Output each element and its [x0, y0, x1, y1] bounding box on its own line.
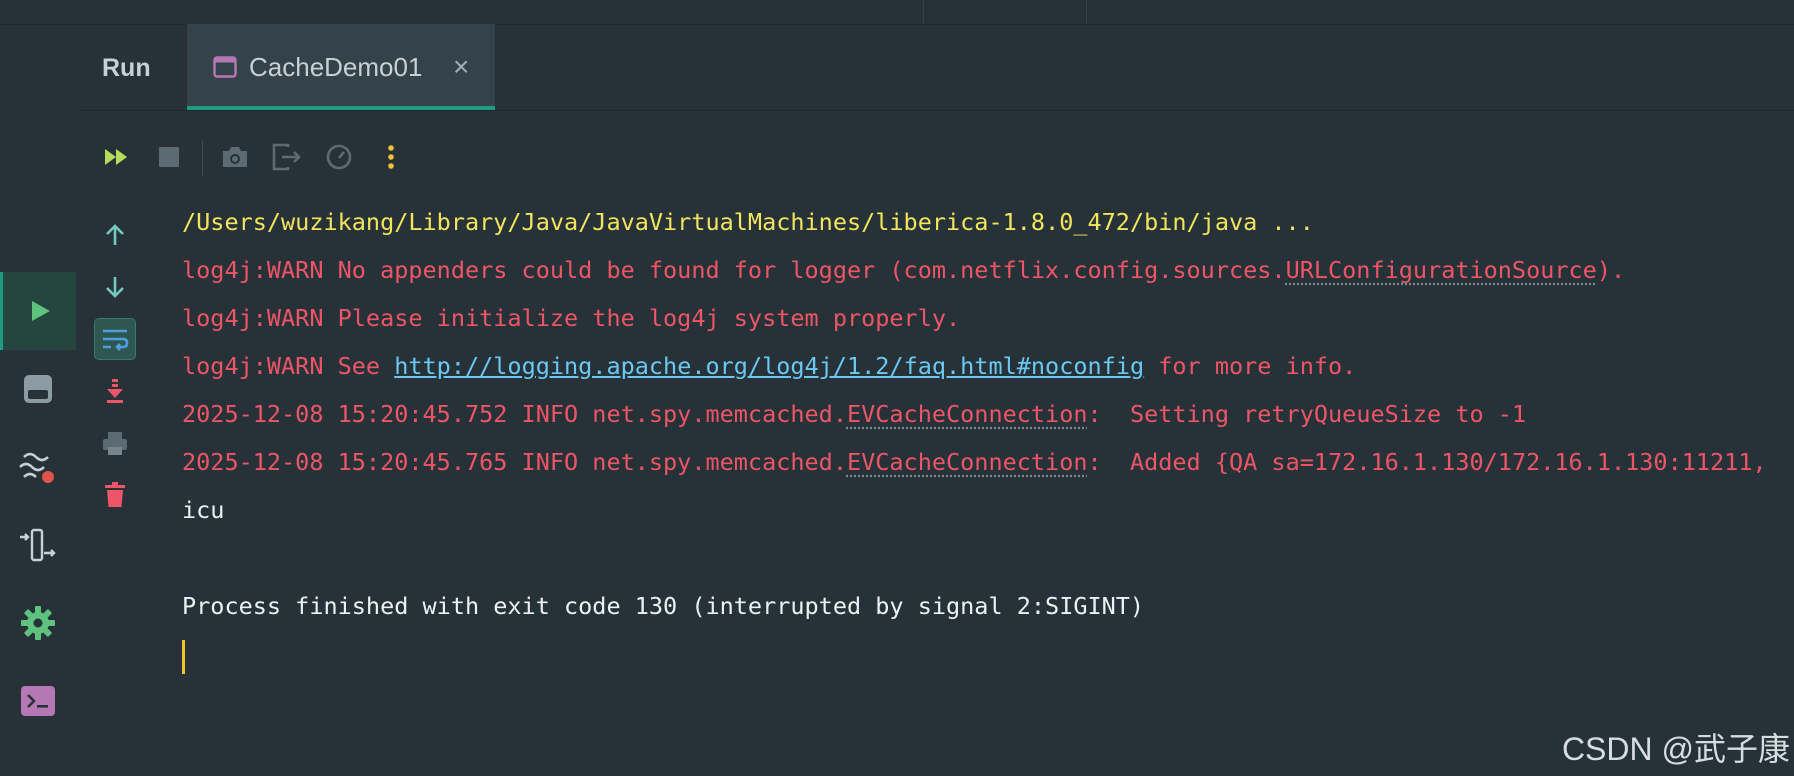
console-line-warn: log4j:WARN Please initialize the log4j s… — [182, 304, 961, 332]
run-icon — [31, 301, 50, 321]
run-tool-window-header: Run CacheDemo01 × — [80, 24, 1794, 111]
console-line-warn: log4j:WARN See http://logging.apache.org… — [182, 350, 1356, 382]
tab-cachedemo01[interactable]: CacheDemo01 × — [187, 24, 495, 110]
scroll-to-end-icon — [107, 379, 123, 403]
coverage-button[interactable] — [322, 140, 356, 174]
top-separator — [1086, 0, 1087, 24]
console-line-exit: Process finished with exit code 130 (int… — [182, 592, 1145, 620]
console-text: log4j:WARN No appenders could be found f… — [182, 256, 1286, 284]
settings-icon — [21, 606, 55, 640]
class-reference[interactable]: EVCacheConnection — [847, 448, 1088, 476]
tab-label: CacheDemo01 — [249, 52, 423, 82]
scroll-up-button[interactable] — [94, 214, 136, 256]
top-strip — [0, 0, 1794, 25]
screenshot-button[interactable] — [218, 140, 252, 174]
console-line-info: 2025-12-08 15:20:45.752 INFO net.spy.mem… — [182, 398, 1526, 430]
trash-icon — [105, 482, 125, 507]
tab-close-button[interactable]: × — [453, 51, 469, 83]
console-line-command: /Users/wuzikang/Library/Java/JavaVirtual… — [182, 208, 1314, 236]
more-button[interactable] — [374, 140, 408, 174]
top-separator — [923, 0, 924, 24]
sidebar-item-profiler[interactable] — [0, 428, 76, 506]
console-text: 2025-12-08 15:20:45.765 INFO net.spy.mem… — [182, 448, 847, 476]
sidebar-item-terminal[interactable] — [0, 662, 76, 740]
sidebar-item-archive[interactable] — [0, 350, 76, 428]
console-text: log4j:WARN See — [182, 352, 395, 380]
print-icon — [103, 432, 127, 455]
stop-button[interactable] — [152, 140, 186, 174]
camera-icon — [223, 147, 247, 167]
terminal-icon — [21, 686, 55, 716]
console-text: : Setting retryQueueSize to -1 — [1087, 400, 1527, 428]
stop-icon — [159, 147, 179, 167]
console-text: ). — [1596, 256, 1626, 284]
rerun-icon — [105, 149, 127, 165]
exit-icon — [272, 143, 301, 171]
sidebar-item-attach[interactable] — [0, 506, 76, 584]
text-cursor — [182, 640, 185, 674]
soft-wrap-icon — [103, 329, 129, 351]
tool-window-title: Run — [102, 54, 151, 82]
archive-icon — [24, 375, 52, 403]
more-vertical-icon — [388, 145, 394, 169]
console-line-warn: log4j:WARN No appenders could be found f… — [182, 254, 1625, 286]
clear-all-button[interactable] — [94, 474, 136, 516]
console-actions — [92, 214, 138, 514]
rerun-button[interactable] — [100, 140, 134, 174]
faq-link[interactable]: http://logging.apache.org/log4j/1.2/faq.… — [394, 352, 1144, 380]
arrow-down-icon — [106, 277, 124, 298]
application-window-icon — [213, 56, 237, 78]
scroll-to-end-button[interactable] — [94, 370, 136, 412]
watermark: CSDN @武子康 — [1561, 731, 1790, 767]
toolbar-divider — [202, 140, 203, 176]
print-button[interactable] — [94, 422, 136, 464]
arrow-up-icon — [106, 224, 124, 245]
profiler-icon — [19, 452, 54, 483]
run-toolbar — [80, 112, 480, 200]
console-line-output: icu — [182, 496, 225, 524]
class-reference[interactable]: EVCacheConnection — [847, 400, 1088, 428]
console-text: : Added {QA sa=172.16.1.130/172.16.1.130… — [1087, 448, 1767, 476]
sidebar-item-settings[interactable] — [0, 584, 76, 662]
left-tool-sidebar — [0, 24, 77, 776]
console-text: for more info. — [1144, 352, 1357, 380]
soft-wrap-toggle[interactable] — [94, 318, 136, 360]
attach-debugger-icon — [20, 528, 56, 562]
scroll-down-button[interactable] — [94, 266, 136, 308]
console-line-info: 2025-12-08 15:20:45.765 INFO net.spy.mem… — [182, 446, 1767, 478]
sidebar-item-run[interactable] — [0, 272, 76, 350]
console-output[interactable]: /Users/wuzikang/Library/Java/JavaVirtual… — [182, 206, 1794, 706]
console-text: 2025-12-08 15:20:45.752 INFO net.spy.mem… — [182, 400, 847, 428]
class-reference[interactable]: URLConfigurationSource — [1286, 256, 1597, 284]
gauge-icon — [326, 144, 352, 170]
exit-button[interactable] — [270, 140, 304, 174]
